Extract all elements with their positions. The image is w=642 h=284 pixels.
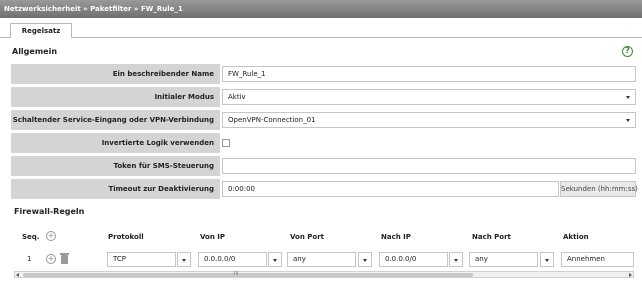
tab-bar-divider <box>0 37 642 38</box>
field-label: Ein beschreibender Name <box>11 64 220 84</box>
to-port-input[interactable]: any <box>469 252 538 267</box>
switching-input-select[interactable]: OpenVPN-Connection_01 <box>222 112 636 128</box>
field-label: Invertierte Logik verwenden <box>11 133 220 153</box>
field-row-sms-token: Token für SMS-Steuerung <box>11 156 636 176</box>
column-header-protocol: Protokoll <box>108 233 144 241</box>
from-port-input[interactable]: any <box>287 252 356 267</box>
section-title-firewall: Firewall-Regeln <box>14 207 85 216</box>
section-title-general: Allgemein <box>12 47 58 56</box>
insert-row-icon[interactable]: + <box>46 254 56 264</box>
sms-token-input[interactable] <box>222 158 636 174</box>
protocol-select[interactable]: TCP <box>107 252 176 267</box>
field-row-timeout: Timeout zur Deaktivierung 0:00:00 Sekund… <box>11 179 638 199</box>
help-icon[interactable]: ? <box>622 46 633 57</box>
inverted-logic-checkbox[interactable] <box>222 139 230 147</box>
name-input[interactable]: FW_Rule_1 <box>222 66 636 82</box>
scrollbar-thumb[interactable] <box>23 273 473 277</box>
tab-bar: Regelsatz <box>0 18 642 38</box>
field-row-name: Ein beschreibender Name FW_Rule_1 <box>11 64 636 84</box>
column-header-action: Aktion <box>563 233 589 241</box>
field-label: Timeout zur Deaktivierung <box>11 179 220 199</box>
horizontal-scrollbar[interactable]: III <box>14 271 634 278</box>
from-port-dropdown-button[interactable] <box>358 252 372 267</box>
column-header-to-port: Nach Port <box>472 233 511 241</box>
field-row-inverted-logic: Invertierte Logik verwenden <box>11 133 636 153</box>
scrollbar-grip: III <box>234 271 239 277</box>
field-label: Schaltender Service-Eingang oder VPN-Ver… <box>11 110 220 130</box>
column-header-seq: Seq. <box>22 233 40 241</box>
protocol-dropdown-button[interactable] <box>177 252 191 267</box>
to-ip-input[interactable]: 0.0.0.0/0 <box>379 252 448 267</box>
column-header-from-port: Von Port <box>290 233 325 241</box>
to-port-dropdown-button[interactable] <box>540 252 554 267</box>
from-ip-input[interactable]: 0.0.0.0/0 <box>198 252 267 267</box>
field-label: Token für SMS-Steuerung <box>11 156 220 176</box>
scroll-right-icon[interactable] <box>629 273 632 277</box>
from-ip-dropdown-button[interactable] <box>268 252 282 267</box>
to-ip-dropdown-button[interactable] <box>449 252 463 267</box>
trash-icon[interactable] <box>60 253 69 264</box>
column-header-from-ip: Von IP <box>200 233 225 241</box>
row-sequence: 1 <box>27 255 32 263</box>
add-rule-icon[interactable]: + <box>46 231 56 241</box>
scroll-left-icon[interactable] <box>16 273 19 277</box>
field-row-initial-mode: Initialer Modus Aktiv <box>11 87 636 107</box>
field-row-switching-input: Schaltender Service-Eingang oder VPN-Ver… <box>11 110 636 130</box>
column-header-to-ip: Nach IP <box>381 233 411 241</box>
timeout-unit-label: Sekunden (hh:mm:ss) <box>560 181 638 197</box>
field-label: Initialer Modus <box>11 87 220 107</box>
timeout-input[interactable]: 0:00:00 <box>222 181 559 197</box>
breadcrumb: Netzwerksicherheit » Paketfilter » FW_Ru… <box>0 0 642 18</box>
action-select[interactable]: Annehmen <box>561 252 634 267</box>
initial-mode-select[interactable]: Aktiv <box>222 89 636 105</box>
tab-regelsatz[interactable]: Regelsatz <box>10 23 72 38</box>
